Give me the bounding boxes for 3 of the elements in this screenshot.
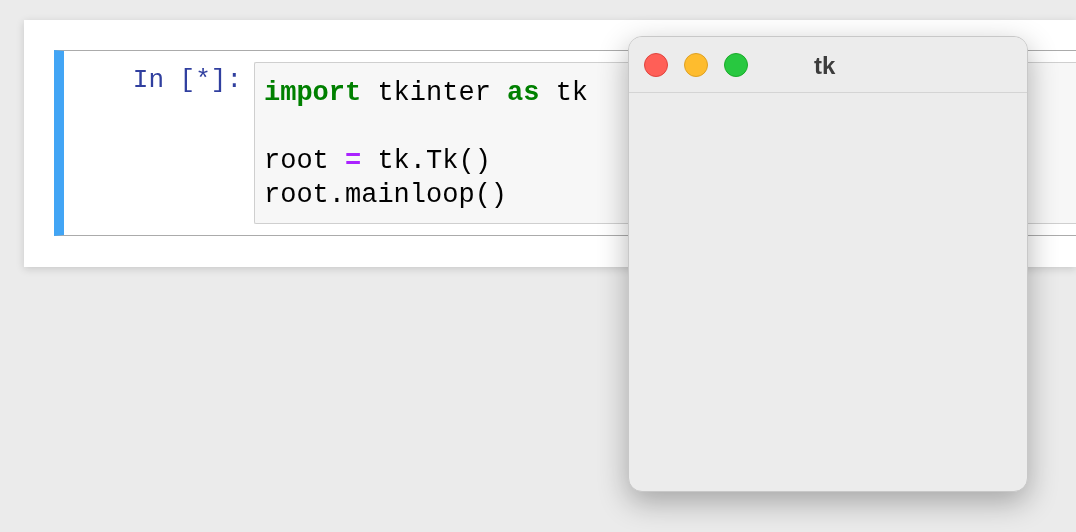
code-text: import tkinter as tk root = tk.Tk() root.mainloop() [264,77,590,212]
window-title: tk [814,51,836,81]
cell-prompt: In [*]: [131,64,243,97]
